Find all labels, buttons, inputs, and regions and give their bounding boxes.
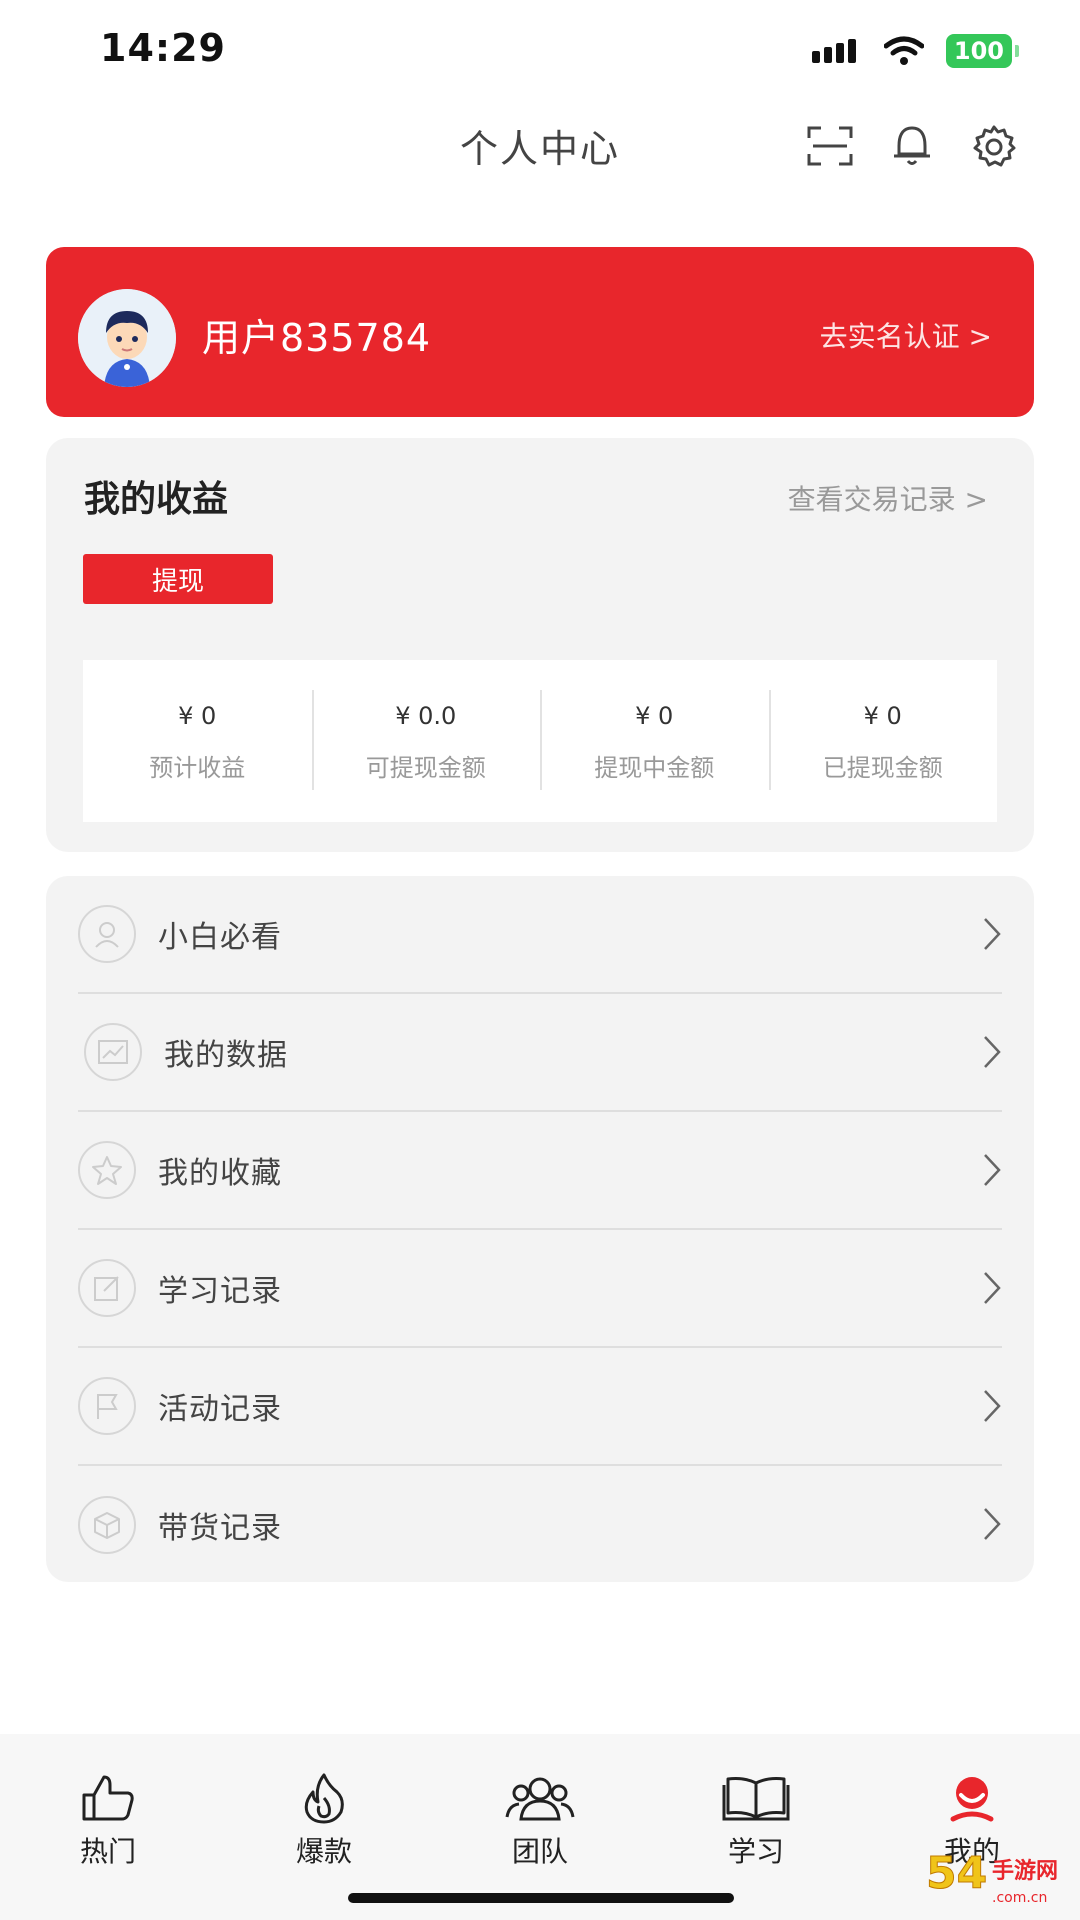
avatar-icon: [78, 289, 176, 387]
team-icon: [505, 1777, 575, 1821]
book-icon: [722, 1777, 790, 1821]
chevron-right-icon: [984, 918, 1001, 950]
menu-item-beginner-guide[interactable]: 小白必看: [78, 876, 1002, 994]
stat-withdrawable: ¥ 0.0 可提现金额: [311, 660, 541, 822]
status-bar: 14:29 100: [0, 0, 1080, 100]
status-icons: 100: [811, 34, 1020, 68]
menu-label: 小白必看: [158, 920, 282, 955]
chevron-right-icon: [984, 1154, 1001, 1186]
header-actions: [804, 120, 1020, 172]
tab-trending[interactable]: 爆款: [254, 1770, 394, 1870]
menu-item-sales-records[interactable]: 带货记录: [78, 1466, 1002, 1584]
tab-hot[interactable]: 热门: [38, 1770, 178, 1870]
stat-value: ¥ 0.0: [395, 702, 457, 730]
svg-text:手游网: 手游网: [992, 1858, 1058, 1884]
tab-team[interactable]: 团队: [470, 1770, 610, 1870]
tab-label: 团队: [511, 1835, 568, 1868]
signal-icon: [811, 39, 856, 63]
stat-value: ¥ 0: [178, 702, 217, 730]
scan-icon: [807, 126, 853, 166]
menu-label: 我的数据: [164, 1038, 288, 1073]
stat-value: ¥ 0: [863, 702, 902, 730]
chevron-right-icon: [984, 1390, 1001, 1422]
tab-label: 爆款: [295, 1835, 352, 1868]
tab-learn[interactable]: 学习: [686, 1770, 826, 1870]
chevron-right-icon: [984, 1036, 1001, 1068]
flame-icon: [304, 1773, 344, 1824]
battery-indicator: 100: [945, 34, 1020, 68]
menu-item-activity-records[interactable]: 活动记录: [78, 1348, 1002, 1466]
menu-item-study-records[interactable]: 学习记录: [78, 1230, 1002, 1348]
flag-icon: [78, 1377, 136, 1435]
site-watermark: 54 手游网 .com.cn: [926, 1848, 1059, 1907]
transaction-records-link[interactable]: 查看交易记录 >: [788, 478, 988, 518]
notification-button[interactable]: [886, 120, 938, 172]
withdraw-button[interactable]: 提现: [83, 554, 273, 604]
user-name: 用户835784: [202, 316, 432, 360]
verify-identity-link[interactable]: 去实名认证 >: [820, 315, 992, 355]
menu-item-favorites[interactable]: 我的收藏: [78, 1112, 1002, 1230]
settings-button[interactable]: [968, 120, 1020, 172]
tab-label: 学习: [727, 1835, 784, 1868]
menu-label: 活动记录: [158, 1392, 282, 1427]
home-indicator: [348, 1893, 734, 1903]
svg-text:.com.cn: .com.cn: [992, 1890, 1047, 1906]
star-icon: [78, 1141, 136, 1199]
stat-label: 提现中金额: [594, 754, 715, 782]
edit-icon: [78, 1259, 136, 1317]
stat-label: 可提现金额: [365, 754, 486, 782]
tab-label: 热门: [79, 1835, 136, 1868]
thumbs-up-icon: [82, 1775, 134, 1821]
scan-button[interactable]: [804, 120, 856, 172]
menu-label: 带货记录: [158, 1511, 282, 1546]
page-header: 个人中心: [0, 100, 1080, 190]
stat-withdrawn: ¥ 0 已提现金额: [768, 660, 998, 822]
user-card[interactable]: 用户835784 去实名认证 >: [46, 247, 1034, 417]
svg-text:54: 54: [926, 1848, 987, 1899]
menu-label: 我的收藏: [158, 1156, 282, 1191]
menu-label: 学习记录: [158, 1274, 282, 1309]
stat-label: 预计收益: [149, 754, 246, 782]
bell-icon: [894, 126, 930, 165]
profile-icon: [950, 1777, 994, 1822]
stat-label: 已提现金额: [822, 754, 943, 782]
earnings-stats: ¥ 0 预计收益 ¥ 0.0 可提现金额 ¥ 0 提现中金额 ¥ 0 已提现金额: [83, 660, 997, 822]
stat-estimated: ¥ 0 预计收益: [83, 660, 312, 822]
wifi-icon: [883, 36, 924, 65]
chevron-right-icon: [984, 1508, 1001, 1540]
chart-icon: [84, 1023, 142, 1081]
menu-item-my-data[interactable]: 我的数据: [78, 994, 1002, 1112]
stat-withdrawing: ¥ 0 提现中金额: [540, 660, 769, 822]
person-icon: [78, 905, 136, 963]
gear-icon: [973, 125, 1016, 167]
earnings-card: 我的收益 查看交易记录 > 提现 ¥ 0 预计收益 ¥ 0.0 可提现金额 ¥ …: [46, 438, 1034, 852]
chevron-right-icon: [984, 1272, 1001, 1304]
box-icon: [78, 1496, 136, 1554]
avatar[interactable]: [78, 289, 176, 387]
stat-value: ¥ 0: [635, 702, 674, 730]
status-time: 14:29: [100, 26, 226, 70]
earnings-title: 我的收益: [84, 479, 229, 520]
menu-list: 小白必看 我的数据 我的收藏 学习记录 活动记录 带货记录: [46, 876, 1034, 1582]
